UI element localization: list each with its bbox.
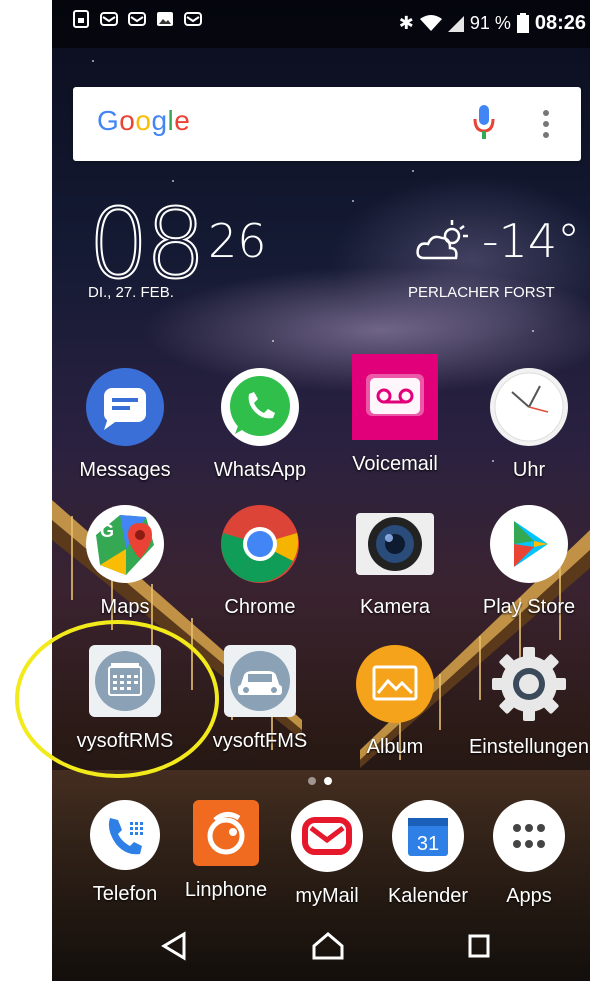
album-icon: [356, 645, 434, 723]
mail-icon: [128, 12, 146, 26]
voicemail-icon: [352, 354, 438, 440]
whatsapp-icon: [221, 368, 299, 446]
app-label: Play Store: [482, 596, 576, 618]
app-label: Chrome: [224, 596, 296, 618]
signal-icon: [447, 16, 464, 32]
status-bar: ✱ 91 % 08:26: [52, 0, 590, 48]
clock-date: DI., 27. FEB.: [88, 284, 174, 301]
phone-screen: ✱ 91 % 08:26 Google 08 26 DI., 27. FEB.: [52, 0, 590, 981]
mail-icon: [100, 12, 118, 26]
app-label: Apps: [506, 885, 552, 907]
star: [532, 330, 534, 332]
app-label: Maps: [100, 596, 150, 618]
app-label: Einstellungen: [468, 736, 590, 758]
clock-icon: [490, 368, 568, 446]
battery-percent: 91 %: [469, 12, 511, 33]
star: [272, 340, 274, 342]
page-indicator-dot-active[interactable]: [324, 777, 332, 785]
image-icon: [157, 12, 173, 26]
status-time: 08:26: [534, 11, 586, 34]
app-drawer-icon: [493, 800, 565, 872]
settings-gear-icon: [492, 647, 566, 721]
app-label: Album: [366, 736, 424, 758]
play-store-icon: [490, 505, 568, 583]
app-label: Messages: [79, 459, 171, 481]
navigation-bar: [161, 931, 490, 961]
camera-icon: [356, 513, 434, 575]
temperature[interactable]: -14°: [482, 214, 580, 268]
app-maps[interactable]: G Maps: [55, 505, 195, 619]
svg-text:G: G: [100, 521, 114, 541]
star: [92, 60, 94, 62]
sim-icon: [73, 10, 89, 28]
app-label: Kamera: [359, 596, 431, 618]
maps-icon: G: [86, 505, 164, 583]
clock-hour[interactable]: 08: [87, 195, 207, 293]
clock-minute[interactable]: 26: [208, 214, 267, 268]
battery-icon: [516, 13, 529, 33]
app-messages[interactable]: Messages: [55, 368, 195, 482]
linphone-icon: [193, 800, 259, 866]
app-play-store[interactable]: Play Store: [459, 505, 590, 619]
back-icon[interactable]: [161, 931, 186, 961]
partly-cloudy-icon[interactable]: [414, 218, 474, 268]
calendar-icon: 31: [392, 800, 464, 872]
messages-icon: [86, 368, 164, 446]
highlight-ellipse: [15, 620, 219, 778]
google-logo: Google: [97, 105, 191, 136]
star: [172, 180, 174, 182]
app-label: WhatsApp: [213, 459, 307, 481]
app-label: Uhr: [512, 459, 546, 481]
app-whatsapp[interactable]: WhatsApp: [190, 368, 330, 482]
car-icon: [224, 645, 296, 717]
phone-icon: [90, 800, 160, 870]
app-album[interactable]: Album: [325, 645, 465, 759]
chrome-icon: [221, 505, 299, 583]
status-right: ✱ 91 % 08:26: [399, 8, 586, 38]
mail-icon: [184, 12, 202, 26]
mymail-icon: [291, 800, 363, 872]
google-search-bar[interactable]: Google: [73, 87, 581, 161]
calendar-day: 31: [417, 833, 439, 855]
home-icon[interactable]: [312, 932, 344, 960]
app-label: Voicemail: [352, 453, 438, 475]
more-options-icon[interactable]: [541, 109, 551, 139]
weather-location: PERLACHER FORST: [408, 284, 555, 301]
microphone-icon[interactable]: [473, 105, 495, 141]
star: [412, 170, 414, 172]
app-kamera[interactable]: Kamera: [325, 505, 465, 619]
dock-apps[interactable]: Apps: [459, 800, 590, 908]
wifi-icon: [419, 15, 442, 31]
app-chrome[interactable]: Chrome: [190, 505, 330, 619]
app-voicemail[interactable]: Voicemail: [325, 354, 465, 476]
bluetooth-icon: ✱: [398, 12, 414, 33]
app-label: vysoftFMS: [212, 730, 308, 752]
page-indicator-dot[interactable]: [308, 777, 316, 785]
app-einstellungen[interactable]: Einstellungen: [459, 645, 590, 759]
app-uhr[interactable]: Uhr: [459, 368, 590, 482]
star: [352, 200, 354, 202]
recents-icon[interactable]: [468, 934, 490, 958]
